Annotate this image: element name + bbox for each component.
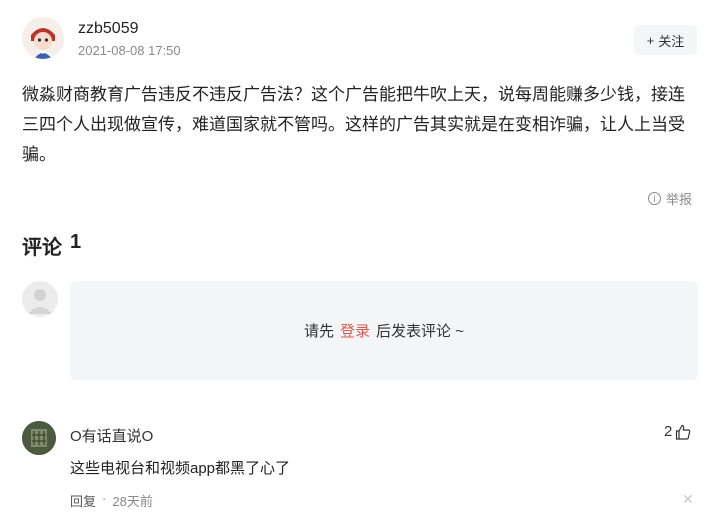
comment-meta: 回复 · 28天前 [70,491,153,510]
commenter-avatar[interactable] [22,421,56,455]
author-avatar[interactable] [22,17,64,59]
report-label: 举报 [666,192,693,207]
comment-time: 28天前 [112,494,153,509]
login-prompt-prefix: 请先 [304,323,335,340]
login-prompt-suffix: 后发表评论 ~ [376,323,464,340]
report-button[interactable]: i 举报 [648,189,692,208]
close-icon[interactable]: ✕ [682,491,694,508]
login-link[interactable]: 登录 [340,320,370,341]
comment-text: 这些电视台和视频app都黑了心了 [70,460,291,477]
post-time: 2021-08-08 17:50 [78,43,181,58]
follow-label: 关注 [658,33,685,49]
thumbs-up-icon [676,424,691,440]
like-button[interactable]: 2 [664,423,691,440]
author-name[interactable]: zzb5059 [78,20,139,38]
guest-avatar [22,281,58,317]
like-count: 2 [664,423,673,440]
comments-title: 评论 [22,237,62,259]
comment-input-box[interactable]: 请先 登录 后发表评论 ~ [70,281,698,380]
follow-button[interactable]: + 关注 [634,25,697,55]
meta-separator: · [102,491,107,506]
plus-icon: + [646,32,655,48]
reply-button[interactable]: 回复 [70,491,96,510]
commenter-name[interactable]: O有话直说O [70,425,153,446]
post-body: 微淼财商教育广告违反不违反广告法？这个广告能把牛吹上天，说每周能赚多少钱，接连三… [22,85,685,164]
comments-heading: 评论 1 [22,231,81,260]
comments-count: 1 [70,231,82,253]
info-circle-icon: i [648,192,661,205]
